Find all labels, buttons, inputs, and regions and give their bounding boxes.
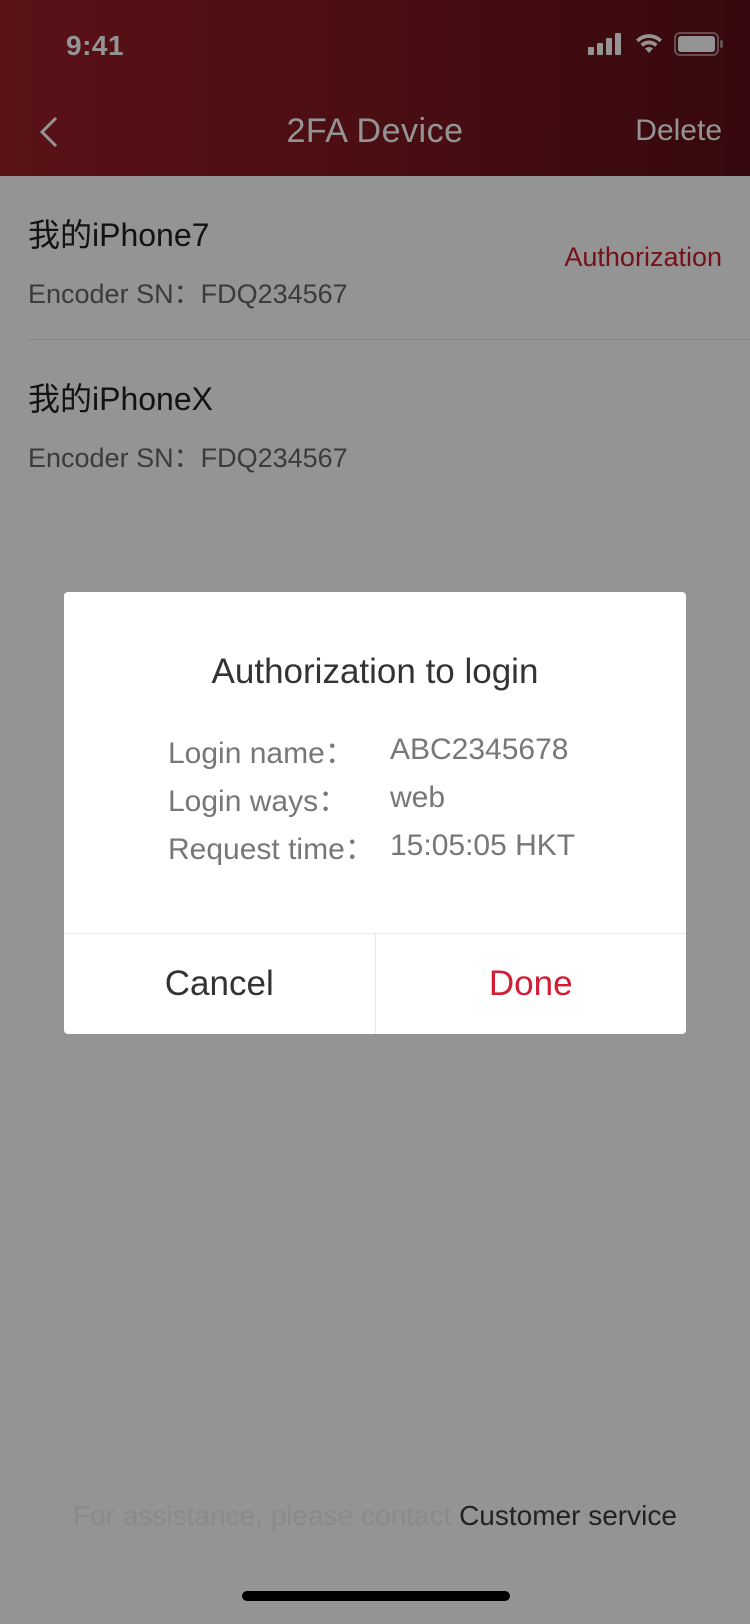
info-value: ABC2345678 bbox=[390, 733, 569, 766]
assistance-footer: For assistance, please contact Customer … bbox=[0, 1500, 750, 1532]
home-indicator[interactable] bbox=[242, 1591, 510, 1601]
info-label: Login ways： bbox=[168, 785, 349, 818]
cancel-button[interactable]: Cancel bbox=[64, 934, 376, 1034]
authorization-dialog: Authorization to login Login name： ABC23… bbox=[64, 592, 686, 1034]
info-label: Request time： bbox=[168, 833, 375, 866]
footer-text: For assistance, please contact bbox=[73, 1500, 460, 1531]
info-row-request-time: Request time： 15:05:05 HKT bbox=[168, 822, 628, 870]
info-label: Login name： bbox=[168, 737, 355, 770]
info-row-login-ways: Login ways： web bbox=[168, 774, 628, 822]
info-row-login-name: Login name： ABC2345678 bbox=[168, 726, 628, 774]
done-button[interactable]: Done bbox=[376, 934, 687, 1034]
login-info: Login name： ABC2345678 Login ways： web R… bbox=[168, 726, 628, 870]
dialog-actions: Cancel Done bbox=[64, 933, 686, 1034]
info-value: web bbox=[390, 781, 446, 814]
customer-service-link[interactable]: Customer service bbox=[459, 1500, 677, 1531]
dialog-title: Authorization to login bbox=[211, 652, 539, 691]
info-value: 15:05:05 HKT bbox=[390, 829, 576, 862]
